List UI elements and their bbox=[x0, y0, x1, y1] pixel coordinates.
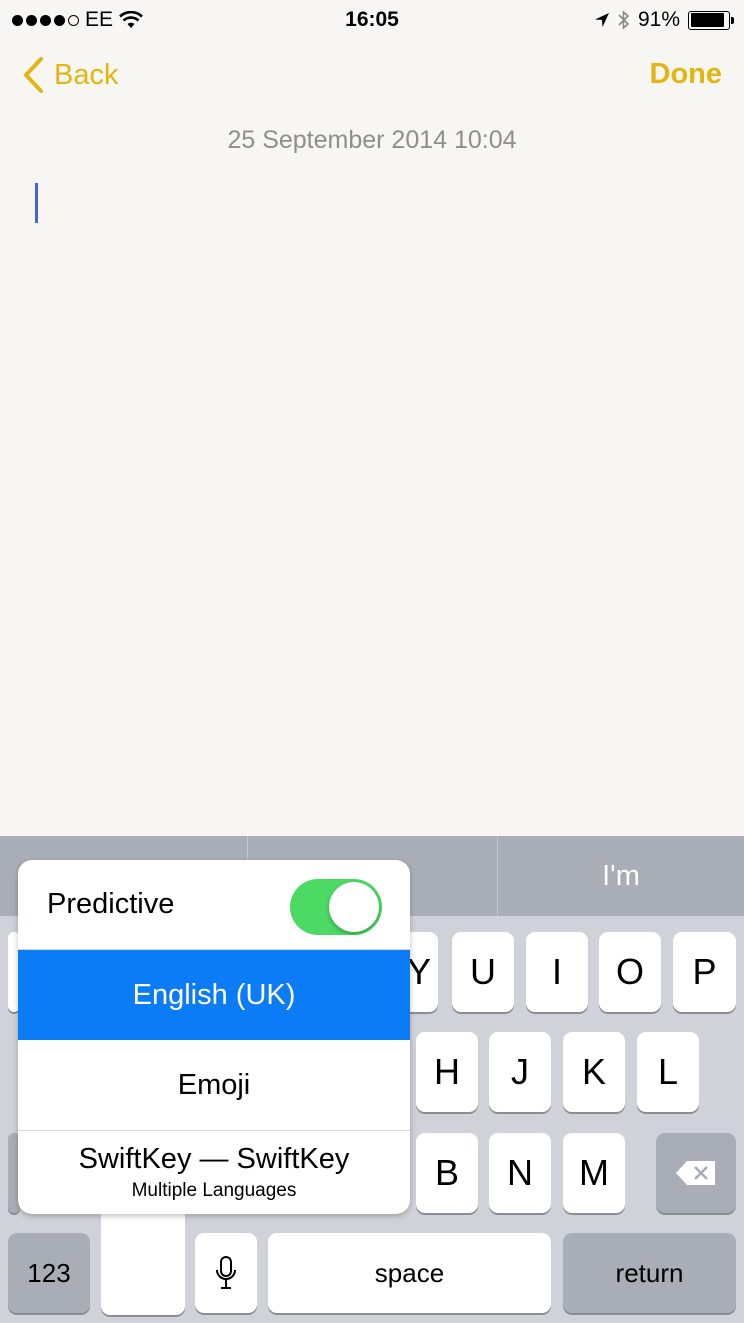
swiftkey-title: SwiftKey — SwiftKey bbox=[78, 1143, 350, 1175]
note-date: 25 September 2014 10:04 bbox=[227, 126, 517, 154]
space-key[interactable]: space bbox=[268, 1233, 551, 1313]
key-u[interactable]: U bbox=[452, 932, 514, 1012]
dictation-key[interactable] bbox=[195, 1233, 257, 1313]
keyboard-option-emoji[interactable]: Emoji bbox=[18, 1040, 410, 1131]
toggle-knob bbox=[329, 882, 379, 932]
notes-screen: EE 16:05 91% Back Done 25 September 2014… bbox=[0, 0, 744, 1323]
microphone-icon bbox=[216, 1256, 236, 1289]
return-key[interactable]: return bbox=[563, 1233, 736, 1313]
key-k[interactable]: K bbox=[563, 1032, 625, 1112]
key-i[interactable]: I bbox=[526, 932, 588, 1012]
backspace-icon bbox=[676, 1161, 715, 1185]
predictive-label: Predictive bbox=[47, 888, 175, 920]
battery-icon bbox=[688, 10, 734, 30]
nav-bar: Back Done bbox=[0, 40, 744, 110]
key-h[interactable]: H bbox=[416, 1032, 478, 1112]
keyboard-option-swiftkey[interactable]: SwiftKey — SwiftKey Multiple Languages bbox=[18, 1131, 410, 1214]
swiftkey-subtitle: Multiple Languages bbox=[131, 1180, 297, 1201]
key-b[interactable]: B bbox=[416, 1133, 478, 1213]
location-icon bbox=[594, 13, 609, 27]
back-label: Back bbox=[54, 58, 119, 91]
bluetooth-icon bbox=[618, 10, 630, 30]
keyboard-switcher-popup: Predictive English (UK) Emoji SwiftKey —… bbox=[18, 860, 410, 1214]
text-cursor[interactable] bbox=[35, 183, 38, 223]
status-right-group: 91% bbox=[594, 8, 734, 32]
key-n[interactable]: N bbox=[489, 1133, 551, 1213]
key-j[interactable]: J bbox=[489, 1032, 551, 1112]
chevron-left-icon bbox=[24, 57, 43, 93]
predictive-row: Predictive bbox=[18, 860, 410, 950]
predictive-toggle[interactable] bbox=[290, 879, 382, 935]
key-p[interactable]: P bbox=[673, 932, 736, 1012]
done-button[interactable]: Done bbox=[650, 58, 723, 91]
prediction-suggestion[interactable]: I'm bbox=[498, 836, 744, 916]
battery-percent: 91% bbox=[637, 8, 680, 31]
numbers-key[interactable]: 123 bbox=[8, 1233, 90, 1313]
status-bar: EE 16:05 91% bbox=[0, 0, 744, 40]
globe-key[interactable] bbox=[101, 1212, 185, 1315]
key-o[interactable]: O bbox=[599, 932, 661, 1012]
delete-key[interactable] bbox=[656, 1133, 736, 1213]
key-m[interactable]: M bbox=[563, 1133, 625, 1213]
key-l[interactable]: L bbox=[637, 1032, 699, 1112]
keyboard-option-english[interactable]: English (UK) bbox=[18, 950, 410, 1040]
back-button[interactable]: Back bbox=[22, 56, 118, 94]
